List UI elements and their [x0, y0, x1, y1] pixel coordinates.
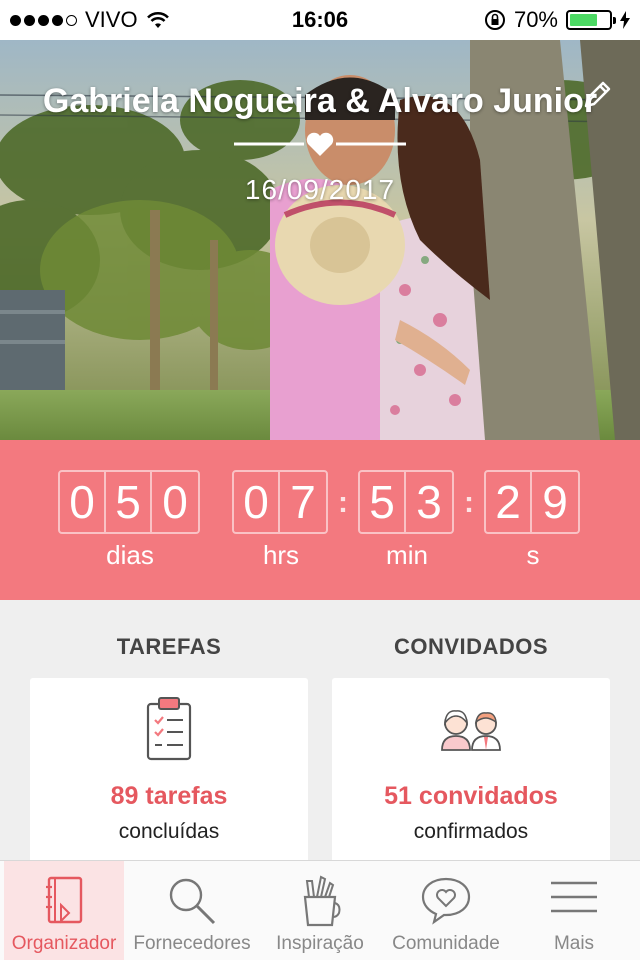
tab-organizador[interactable]: Organizador [4, 861, 124, 960]
countdown-panel: 0 5 0 dias 0 7 hrs : 5 3 min : 2 9 s [0, 440, 640, 600]
hours-label: hrs [262, 540, 300, 570]
couple-icon [441, 710, 501, 751]
countdown-seconds: 2 9 [484, 470, 580, 534]
guests-card[interactable]: 51 convidados confirmados [332, 678, 610, 868]
guests-heading: CONVIDADOS [393, 634, 549, 659]
heart-divider-icon [234, 132, 406, 156]
notebook-icon [46, 876, 83, 924]
tasks-heading: TAREFAS [116, 634, 222, 659]
countdown-hours: 0 7 [232, 470, 328, 534]
countdown-minutes: 5 3 [358, 470, 454, 534]
battery-percent: 70% [513, 7, 558, 32]
tab-label: Inspiração [276, 933, 364, 954]
menu-icon [551, 881, 597, 913]
couple-hero: Gabriela Nogueira & Alvaro Junior 16/09/… [0, 40, 640, 440]
guests-count: 51 convidados [384, 782, 558, 810]
hours-digit: 7 [290, 476, 316, 528]
minutes-digit: 5 [360, 472, 406, 532]
minutes-digit: 3 [416, 476, 442, 528]
tab-label: Mais [553, 933, 595, 954]
bottom-tab-bar: Organizador Fornecedores Inspiração Comu… [0, 860, 640, 960]
clipboard-icon [146, 697, 192, 761]
days-digit: 0 [162, 476, 188, 528]
chat-heart-icon [421, 877, 471, 925]
days-label: dias [106, 540, 154, 570]
seconds-label: s [526, 540, 540, 570]
tab-label: Organizador [11, 933, 117, 954]
tasks-card[interactable]: 89 tarefas concluídas [30, 678, 308, 868]
status-right: 70% [484, 7, 630, 33]
days-digit: 0 [60, 472, 106, 532]
pencil-icon[interactable] [580, 78, 614, 112]
days-digit: 5 [106, 472, 152, 532]
tab-label: Fornecedores [133, 933, 251, 954]
tab-fornecedores[interactable]: Fornecedores [128, 861, 256, 960]
tasks-status: concluídas [118, 820, 220, 843]
couple-names: Gabriela Nogueira & Alvaro Junior [42, 82, 598, 120]
wedding-date: 16/09/2017 [244, 174, 396, 205]
guests-status: confirmados [413, 820, 529, 843]
tab-comunidade[interactable]: Comunidade [384, 861, 508, 960]
seconds-digit: 2 [486, 472, 532, 532]
battery-icon [566, 10, 616, 30]
status-bar: VIVO 16:06 70% [0, 0, 640, 40]
search-icon [169, 878, 216, 925]
hours-digit: 0 [234, 472, 280, 532]
seconds-digit: 9 [542, 476, 568, 528]
charging-icon [620, 11, 630, 29]
countdown-days: 0 5 0 [58, 470, 200, 534]
summary-section: TAREFAS CONVIDADOS 89 tarefas concluídas… [0, 600, 640, 868]
time-separator: : [464, 486, 474, 519]
tasks-count: 89 tarefas [110, 782, 228, 810]
tab-label: Comunidade [392, 933, 500, 954]
time-separator: : [338, 486, 348, 519]
tab-inspiracao[interactable]: Inspiração [258, 861, 382, 960]
minutes-label: min [386, 540, 428, 570]
pencil-cup-icon [303, 875, 341, 927]
rotation-lock-icon [484, 10, 505, 30]
tab-mais[interactable]: Mais [512, 861, 636, 960]
